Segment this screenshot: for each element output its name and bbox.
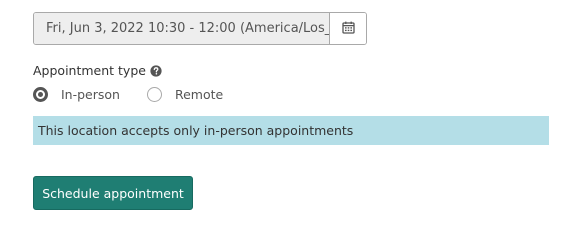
appointment-form: Fri, Jun 3, 2022 10:30 - 12:00 (America/… [0,0,580,236]
datetime-picker-button[interactable] [330,13,366,44]
datetime-field[interactable]: Fri, Jun 3, 2022 10:30 - 12:00 (America/… [34,13,330,44]
schedule-appointment-button[interactable]: Schedule appointment [33,176,193,210]
radio-remote-indicator[interactable] [146,87,162,102]
datetime-input-group: Fri, Jun 3, 2022 10:30 - 12:00 (America/… [33,12,367,45]
radio-in-person-indicator[interactable] [33,87,48,102]
question-circle-icon[interactable] [150,64,162,77]
radio-in-person-label: In-person [61,87,120,102]
appointment-type-label: Appointment type [33,63,162,78]
appointment-type-options: In-person Remote [33,87,223,102]
location-info-alert: This location accepts only in-person app… [33,116,549,145]
appointment-type-text: Appointment type [33,63,146,78]
radio-remote[interactable]: Remote [146,87,224,102]
radio-remote-label: Remote [174,87,224,102]
calendar-icon [341,19,355,38]
radio-in-person[interactable]: In-person [33,87,120,102]
